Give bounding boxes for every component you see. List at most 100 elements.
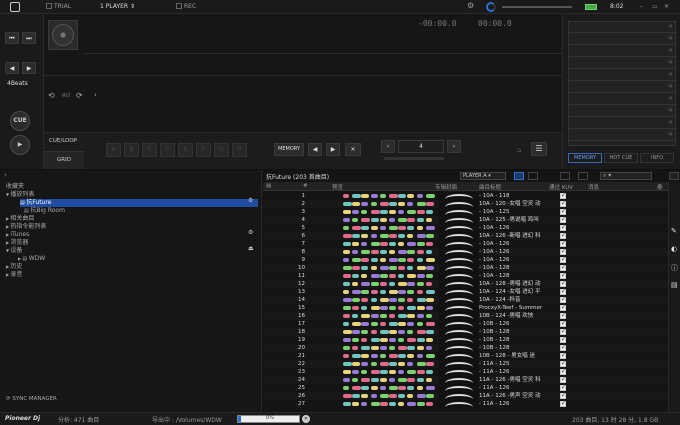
menu-icon[interactable]: ☰ [531, 142, 547, 156]
table-row[interactable]: 2 10A - 120 -女唱 空灵 动 [263, 200, 668, 208]
loop-icon[interactable]: ⟲ [48, 91, 55, 100]
hotcue-g-button[interactable]: G [214, 143, 229, 157]
close-icon[interactable]: ✕ [668, 71, 673, 78]
sync-icon[interactable]: ⟳ [76, 91, 83, 100]
close-icon[interactable]: ✕ [668, 119, 673, 126]
table-row[interactable]: 10 - 10A - 128 [263, 264, 668, 272]
memory-prev-button[interactable]: ◀ [308, 143, 322, 156]
table-row[interactable]: 21 10B - 128 - 男女唱 迷 [263, 352, 668, 360]
kuvo-checkbox[interactable] [560, 240, 566, 247]
track-prev-button[interactable]: ⏮ [5, 32, 19, 44]
track-preview-waveform[interactable] [343, 322, 435, 326]
track-preview-waveform[interactable] [343, 386, 435, 390]
playlist-palette-icon[interactable]: ▤ [671, 281, 678, 289]
table-row[interactable]: 12 10A - 128 -男唱 进幻 动 [263, 280, 668, 288]
memory-slot[interactable]: ✕ [569, 82, 675, 93]
close-icon[interactable]: ✕ [668, 131, 673, 138]
tree-item[interactable]: ▼ 播放列表 [6, 191, 34, 199]
table-row[interactable]: 22 - 11A - 125 [263, 360, 668, 368]
close-icon[interactable]: ✕ [668, 23, 673, 30]
kuvo-checkbox[interactable] [560, 296, 566, 303]
minimize-button[interactable]: – [640, 3, 643, 10]
memory-slot[interactable]: ✕ [569, 70, 675, 81]
kuvo-checkbox[interactable] [560, 280, 566, 287]
layout-icon[interactable] [560, 172, 570, 180]
table-row[interactable]: 3 - 10A - 125 [263, 208, 668, 216]
settings-small-icon[interactable]: ⌂ [517, 146, 521, 154]
track-preview-waveform[interactable] [343, 226, 435, 230]
table-row[interactable]: 11 - 10A - 128 [263, 272, 668, 280]
sampler-icon[interactable]: ◐ [671, 245, 677, 253]
track-preview-waveform[interactable] [343, 234, 435, 238]
memory-delete-button[interactable]: ✕ [345, 143, 361, 156]
table-row[interactable]: 20 - 10B - 128 [263, 344, 668, 352]
kuvo-checkbox[interactable] [560, 192, 566, 199]
memory-next-button[interactable]: ▶ [326, 143, 340, 156]
kuvo-checkbox[interactable] [560, 200, 566, 207]
table-row[interactable]: 23 - 11A - 126 [263, 368, 668, 376]
col-num[interactable]: # [303, 183, 308, 189]
memory-slot[interactable]: ✕ [569, 58, 675, 69]
table-row[interactable]: 14 10A - 124 -科音 [263, 296, 668, 304]
table-row[interactable]: 5 - 10A - 126 [263, 224, 668, 232]
cue-button[interactable]: CUE [10, 111, 30, 131]
tree-item[interactable]: ▤ 抗Future [20, 199, 258, 207]
kuvo-checkbox[interactable] [560, 352, 566, 359]
track-preview-waveform[interactable] [343, 274, 435, 278]
table-row[interactable]: 27 - 11A - 126 [263, 400, 668, 408]
kuvo-checkbox[interactable] [560, 320, 566, 327]
table-row[interactable]: 17 - 10B - 126 [263, 320, 668, 328]
kuvo-checkbox[interactable] [560, 216, 566, 223]
kuvo-checkbox[interactable] [560, 360, 566, 367]
tab-memory[interactable]: MEMORY [568, 153, 602, 163]
table-row[interactable]: 4 10A - 125 -男说唱 鸡叫 [263, 216, 668, 224]
tree-item[interactable]: ▶ 相关曲目 [6, 215, 34, 223]
close-icon[interactable]: ✕ [668, 35, 673, 42]
close-icon[interactable]: ✕ [668, 47, 673, 54]
trial-toggle[interactable]: TRIAL [46, 3, 71, 10]
hotcue-a-button[interactable]: A [106, 143, 121, 157]
grid-view-icon[interactable] [528, 172, 538, 180]
search-input[interactable]: ⌕ ▾ [600, 172, 652, 180]
memory-slot[interactable]: ✕ [569, 34, 675, 45]
track-preview-waveform[interactable] [343, 194, 435, 198]
beat-forward-button[interactable]: ▶ [22, 62, 36, 74]
kuvo-checkbox[interactable] [560, 272, 566, 279]
table-row[interactable]: 24 11A - 126 -男唱 空灵 科 [263, 376, 668, 384]
kuvo-checkbox[interactable] [560, 288, 566, 295]
device-settings-icon[interactable]: ⚙ [248, 229, 253, 236]
beatjump-back-button[interactable]: ‹ [381, 140, 395, 153]
gear-icon[interactable]: ⚙ [467, 1, 474, 10]
list-view-icon[interactable] [514, 172, 524, 180]
hotcue-c-button[interactable]: C [142, 143, 157, 157]
rec-toggle[interactable]: REC [176, 3, 196, 10]
track-preview-waveform[interactable] [343, 290, 435, 294]
kuvo-checkbox[interactable] [560, 208, 566, 215]
track-preview-waveform[interactable] [343, 402, 435, 406]
track-next-button[interactable]: ⏭ [22, 32, 36, 44]
kuvo-checkbox[interactable] [560, 264, 566, 271]
track-preview-waveform[interactable] [343, 250, 435, 254]
close-button[interactable]: ✕ [664, 3, 669, 10]
device-eject-icon[interactable]: ⏏ [248, 245, 254, 252]
memory-slot[interactable]: ✕ [569, 22, 675, 33]
tree-item[interactable]: ▶ 浏览器 [6, 239, 28, 247]
playlist-settings-icon[interactable]: ⚙ [248, 197, 253, 204]
table-row[interactable]: 15 ProcxyX-Teef - Summer [263, 304, 668, 312]
tree-item[interactable]: ▶ iTunes [6, 231, 29, 239]
kuvo-checkbox[interactable] [560, 344, 566, 351]
track-preview-waveform[interactable] [343, 330, 435, 334]
play-button[interactable]: ▶ [10, 135, 30, 155]
col-message[interactable]: 消息 [588, 183, 599, 191]
track-preview-waveform[interactable] [343, 338, 435, 342]
track-preview-waveform[interactable] [343, 378, 435, 382]
columns-icon[interactable] [578, 172, 588, 180]
track-preview-waveform[interactable] [343, 242, 435, 246]
track-preview-waveform[interactable] [343, 258, 435, 262]
table-row[interactable]: 18 - 10B - 128 [263, 328, 668, 336]
hotcue-f-button[interactable]: F [196, 143, 211, 157]
collapse-chevron-icon[interactable]: ‹ [94, 91, 97, 99]
col-preview[interactable]: 预览 [332, 183, 343, 191]
tree-item[interactable]: 收藏夹 [6, 183, 24, 191]
player-mode-select[interactable]: 1 PLAYER ⇕ [100, 3, 135, 10]
